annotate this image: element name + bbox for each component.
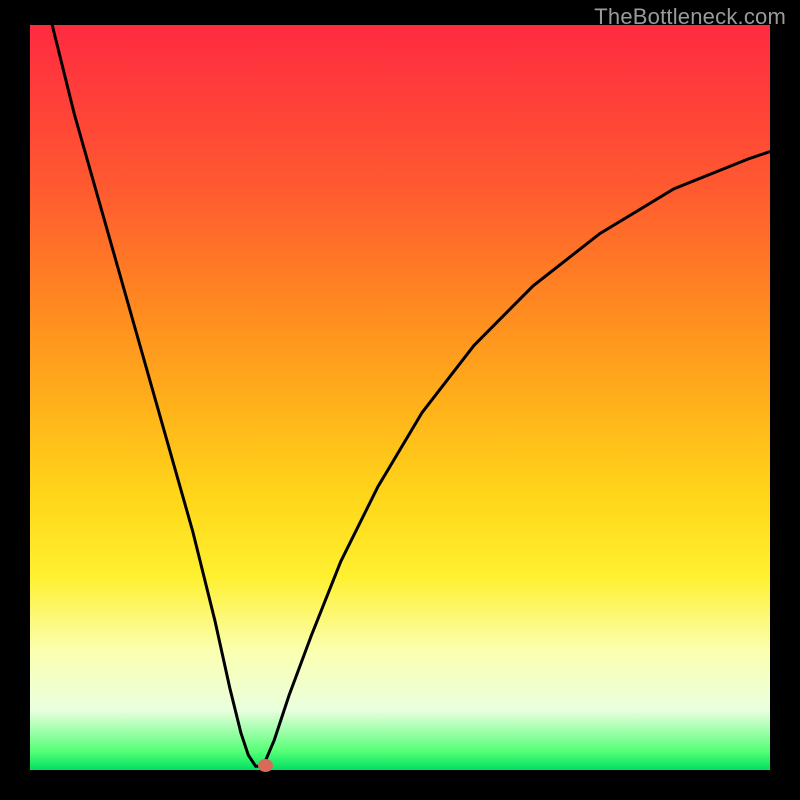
- bottleneck-curve: [30, 25, 770, 770]
- chart-frame: TheBottleneck.com: [0, 0, 800, 800]
- plot-area: [30, 25, 770, 770]
- minimum-marker: [258, 759, 273, 772]
- curve-path: [52, 25, 770, 766]
